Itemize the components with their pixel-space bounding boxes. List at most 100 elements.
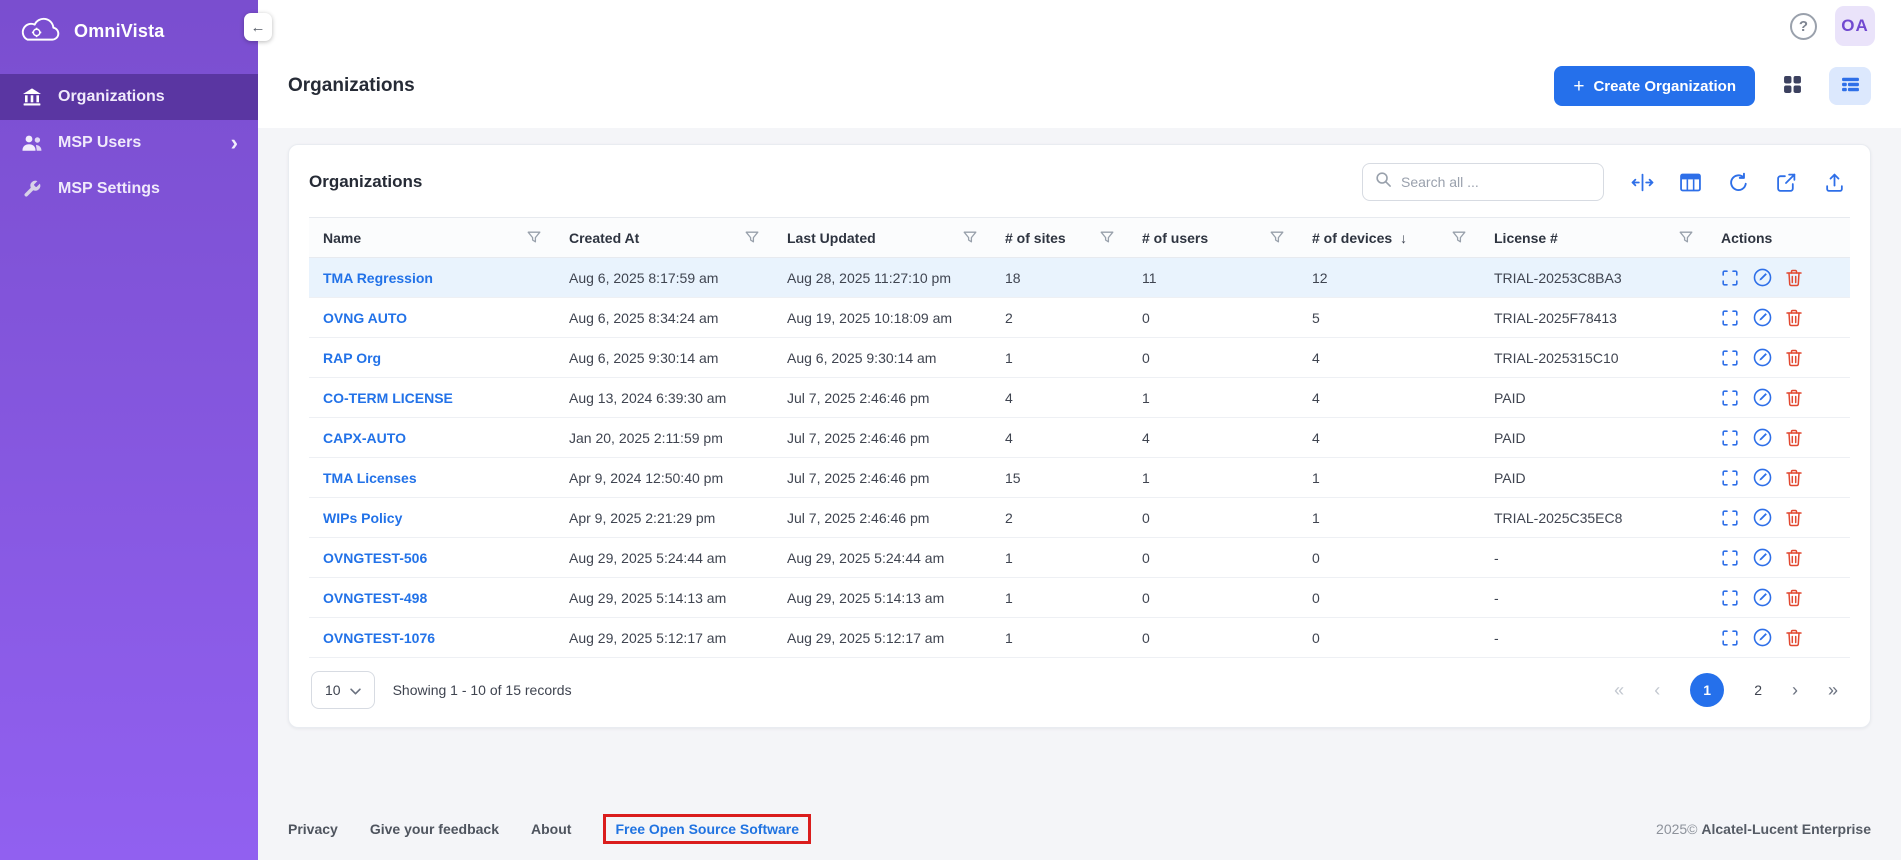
column-header-name[interactable]: Name: [309, 218, 555, 258]
edit-org-button[interactable]: [1753, 588, 1772, 607]
expand-row-button[interactable]: [1721, 589, 1739, 607]
avatar[interactable]: OA: [1835, 6, 1875, 46]
filter-icon[interactable]: [1100, 231, 1114, 244]
delete-org-button[interactable]: [1786, 629, 1802, 647]
last-updated-cell: Jul 7, 2025 2:46:46 pm: [773, 458, 991, 498]
table-row[interactable]: OVNGTEST-498 Aug 29, 2025 5:14:13 am Aug…: [309, 578, 1850, 618]
org-name-link[interactable]: OVNG AUTO: [323, 310, 407, 326]
table-row[interactable]: OVNGTEST-506 Aug 29, 2025 5:24:44 am Aug…: [309, 538, 1850, 578]
edit-org-button[interactable]: [1753, 308, 1772, 327]
org-name-link[interactable]: TMA Licenses: [323, 470, 417, 486]
free-open-source-software-link[interactable]: Free Open Source Software: [603, 814, 811, 844]
org-name-link[interactable]: TMA Regression: [323, 270, 433, 286]
feedback-link[interactable]: Give your feedback: [370, 821, 499, 837]
filter-icon[interactable]: [1679, 231, 1693, 244]
expand-row-button[interactable]: [1721, 269, 1739, 287]
filter-icon[interactable]: [963, 231, 977, 244]
sidebar-item-msp-settings[interactable]: MSP Settings: [0, 166, 258, 212]
org-name-link[interactable]: OVNGTEST-1076: [323, 630, 435, 646]
org-name-link[interactable]: OVNGTEST-498: [323, 590, 427, 606]
delete-org-button[interactable]: [1786, 429, 1802, 447]
fit-columns-button[interactable]: [1626, 166, 1658, 198]
table-row[interactable]: WIPs Policy Apr 9, 2025 2:21:29 pm Jul 7…: [309, 498, 1850, 538]
table-row[interactable]: CAPX-AUTO Jan 20, 2025 2:11:59 pm Jul 7,…: [309, 418, 1850, 458]
export-button[interactable]: [1818, 166, 1850, 198]
columns-button[interactable]: [1674, 166, 1706, 198]
edit-org-button[interactable]: [1753, 468, 1772, 487]
expand-row-button[interactable]: [1721, 429, 1739, 447]
edit-org-button[interactable]: [1753, 388, 1772, 407]
delete-org-button[interactable]: [1786, 589, 1802, 607]
org-name-link[interactable]: CAPX-AUTO: [323, 430, 406, 446]
table-row[interactable]: OVNG AUTO Aug 6, 2025 8:34:24 am Aug 19,…: [309, 298, 1850, 338]
org-name-link[interactable]: RAP Org: [323, 350, 381, 366]
table-row[interactable]: OVNGTEST-1076 Aug 29, 2025 5:12:17 am Au…: [309, 618, 1850, 658]
last-updated-cell: Aug 6, 2025 9:30:14 am: [773, 338, 991, 378]
edit-org-button[interactable]: [1753, 548, 1772, 567]
card-view-toggle[interactable]: [1771, 67, 1813, 105]
users-cell: 0: [1128, 618, 1298, 658]
table-row[interactable]: CO-TERM LICENSE Aug 13, 2024 6:39:30 am …: [309, 378, 1850, 418]
delete-org-button[interactable]: [1786, 349, 1802, 367]
delete-org-button[interactable]: [1786, 549, 1802, 567]
create-organization-button[interactable]: + Create Organization: [1554, 66, 1755, 106]
last-page-button[interactable]: »: [1828, 681, 1838, 699]
help-icon[interactable]: ?: [1790, 13, 1817, 40]
panel-header: Organizations: [309, 163, 1850, 201]
pagination: « ‹ 1 2 › »: [1614, 673, 1848, 707]
delete-org-button[interactable]: [1786, 509, 1802, 527]
panel-toolbar: [1362, 163, 1850, 201]
page-title: Organizations: [288, 75, 415, 97]
first-page-button[interactable]: «: [1614, 681, 1624, 699]
page-1-button[interactable]: 1: [1690, 673, 1724, 707]
delete-org-button[interactable]: [1786, 269, 1802, 287]
filter-icon[interactable]: [745, 231, 759, 244]
edit-org-button[interactable]: [1753, 628, 1772, 647]
org-name-link[interactable]: CO-TERM LICENSE: [323, 390, 453, 406]
table-row[interactable]: RAP Org Aug 6, 2025 9:30:14 am Aug 6, 20…: [309, 338, 1850, 378]
expand-row-button[interactable]: [1721, 389, 1739, 407]
filter-icon[interactable]: [527, 231, 541, 244]
delete-org-button[interactable]: [1786, 389, 1802, 407]
table-row[interactable]: TMA Regression Aug 6, 2025 8:17:59 am Au…: [309, 258, 1850, 298]
sidebar-item-msp-users[interactable]: MSP Users ›: [0, 120, 258, 166]
filter-icon[interactable]: [1270, 231, 1284, 244]
column-header-license[interactable]: License #: [1480, 218, 1707, 258]
column-header-last-updated[interactable]: Last Updated: [773, 218, 991, 258]
search-input[interactable]: [1401, 174, 1591, 190]
refresh-button[interactable]: [1722, 166, 1754, 198]
name-cell: OVNGTEST-498: [309, 578, 555, 618]
footer: Privacy Give your feedback About Free Op…: [258, 814, 1901, 860]
open-in-new-button[interactable]: [1770, 166, 1802, 198]
expand-row-button[interactable]: [1721, 549, 1739, 567]
column-header-sites[interactable]: # of sites: [991, 218, 1128, 258]
expand-row-button[interactable]: [1721, 469, 1739, 487]
next-page-button[interactable]: ›: [1792, 681, 1798, 699]
sort-desc-icon[interactable]: ↓: [1400, 230, 1407, 246]
expand-row-button[interactable]: [1721, 349, 1739, 367]
sidebar-collapse-button[interactable]: ←: [244, 13, 272, 41]
prev-page-button[interactable]: ‹: [1654, 681, 1660, 699]
page-2-button[interactable]: 2: [1754, 683, 1762, 697]
edit-org-button[interactable]: [1753, 508, 1772, 527]
sidebar-item-organizations[interactable]: Organizations: [0, 74, 258, 120]
org-name-link[interactable]: WIPs Policy: [323, 510, 402, 526]
org-name-link[interactable]: OVNGTEST-506: [323, 550, 427, 566]
expand-row-button[interactable]: [1721, 509, 1739, 527]
delete-org-button[interactable]: [1786, 309, 1802, 327]
delete-org-button[interactable]: [1786, 469, 1802, 487]
table-row[interactable]: TMA Licenses Apr 9, 2024 12:50:40 pm Jul…: [309, 458, 1850, 498]
column-header-devices[interactable]: # of devices ↓: [1298, 218, 1480, 258]
page-size-select[interactable]: 10: [311, 671, 375, 709]
expand-row-button[interactable]: [1721, 629, 1739, 647]
expand-row-button[interactable]: [1721, 309, 1739, 327]
edit-org-button[interactable]: [1753, 268, 1772, 287]
filter-icon[interactable]: [1452, 231, 1466, 244]
table-view-toggle[interactable]: [1829, 67, 1871, 105]
column-header-created-at[interactable]: Created At: [555, 218, 773, 258]
edit-org-button[interactable]: [1753, 348, 1772, 367]
privacy-link[interactable]: Privacy: [288, 821, 338, 837]
edit-org-button[interactable]: [1753, 428, 1772, 447]
about-link[interactable]: About: [531, 821, 571, 837]
column-header-users[interactable]: # of users: [1128, 218, 1298, 258]
